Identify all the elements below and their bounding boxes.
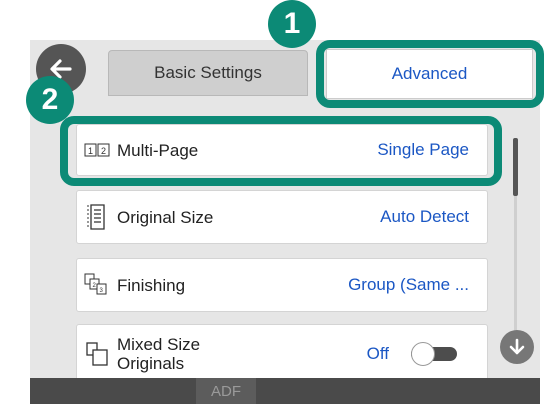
status-bar [30,378,540,404]
setting-value: Auto Detect [380,207,469,226]
callout-badge-1: 1 [268,0,316,48]
toggle-knob [411,342,435,366]
callout-highlight-multi-page [60,116,502,186]
setting-value: Off [366,344,389,363]
scrollbar-thumb[interactable] [513,138,518,196]
adf-indicator: ADF [196,378,256,404]
finishing-icon: 23 [77,273,117,297]
setting-row-original-size[interactable]: Original Size Auto Detect [76,190,488,244]
setting-label: Finishing [117,275,186,295]
mixed-size-toggle[interactable] [411,342,457,366]
setting-row-finishing[interactable]: 23 Finishing Group (Same ... [76,258,488,312]
scroll-down-button[interactable] [500,330,534,364]
arrow-down-icon [509,338,525,355]
setting-label: Original Size [117,207,214,227]
callout-highlight-advanced-tab [316,40,544,108]
tab-basic-settings[interactable]: Basic Settings [108,50,308,96]
mixed-size-icon [77,341,117,367]
setting-value: Group (Same ... [348,275,469,294]
callout-badge-2: 2 [26,76,74,124]
original-size-icon [77,204,117,230]
setting-row-mixed-size-originals[interactable]: Mixed Size Originals Off [76,324,488,384]
setting-label: Mixed Size Originals [117,335,201,373]
